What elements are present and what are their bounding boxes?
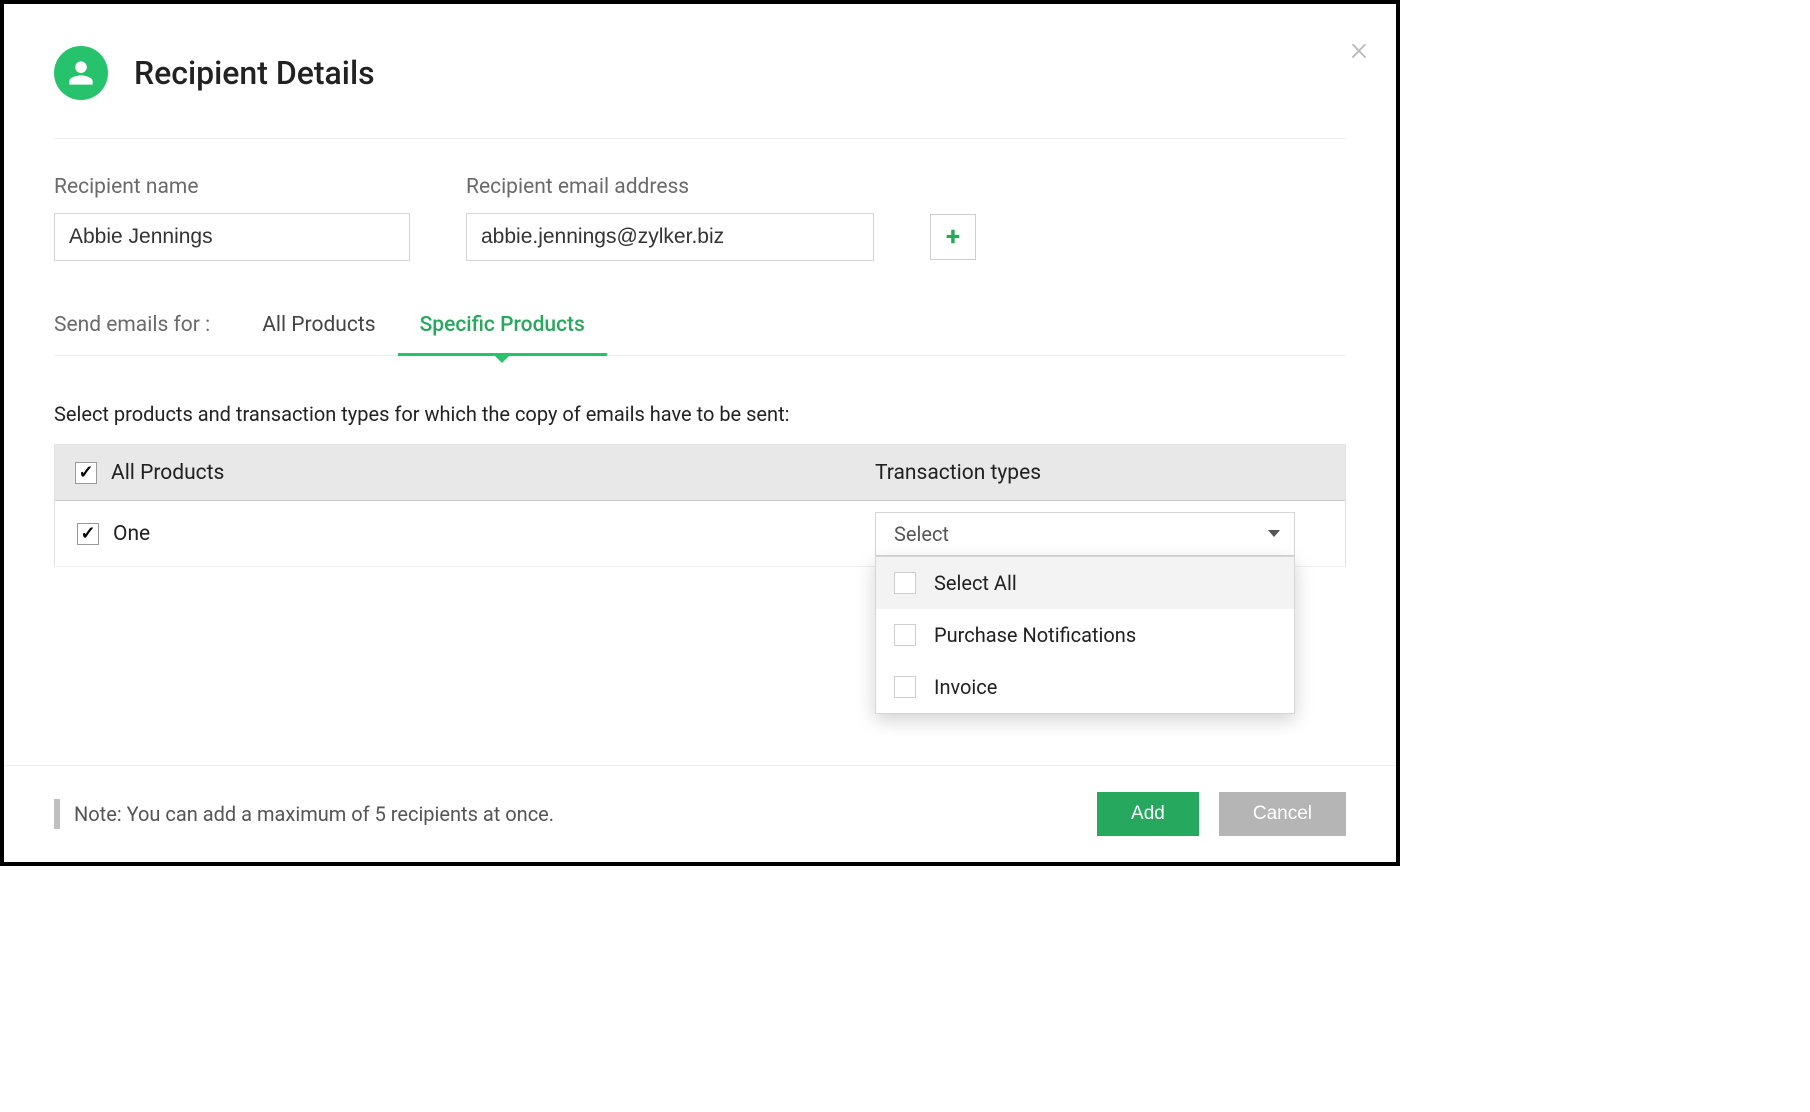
transaction-select-wrap: Select Select All Purchase Notifications: [875, 512, 1295, 556]
table-header: All Products Transaction types: [55, 445, 1345, 501]
product-row-label: One: [113, 522, 150, 546]
recipient-form-row: Recipient name Recipient email address +: [54, 139, 1346, 261]
recipient-details-modal: × Recipient Details Recipient name Recip…: [4, 4, 1396, 862]
modal-title: Recipient Details: [134, 54, 375, 92]
transaction-types-select[interactable]: Select: [875, 512, 1295, 556]
person-icon: [54, 46, 108, 100]
tab-all-products-label: All Products: [262, 313, 375, 337]
add-recipient-button[interactable]: +: [930, 214, 976, 260]
transaction-select-placeholder: Select: [894, 522, 949, 546]
tab-specific-products-label: Specific Products: [420, 313, 585, 337]
instruction-text: Select products and transaction types fo…: [54, 402, 1346, 426]
header-products-label: All Products: [111, 461, 224, 485]
send-emails-tabs: Send emails for : All Products Specific …: [54, 313, 1346, 356]
table-row: One Select Select All: [55, 501, 1345, 567]
footer-note: Note: You can add a maximum of 5 recipie…: [54, 799, 554, 829]
recipient-email-label: Recipient email address: [466, 175, 874, 199]
recipient-name-label: Recipient name: [54, 175, 410, 199]
dropdown-item-select-all[interactable]: Select All: [876, 557, 1294, 609]
dropdown-item-purchase-notifications[interactable]: Purchase Notifications: [876, 609, 1294, 661]
purchase-notifications-label: Purchase Notifications: [934, 623, 1136, 647]
modal-footer: Note: You can add a maximum of 5 recipie…: [4, 765, 1396, 862]
select-all-checkbox[interactable]: [894, 572, 916, 594]
note-bar-icon: [54, 799, 60, 829]
note-text: Note: You can add a maximum of 5 recipie…: [74, 802, 554, 826]
all-products-checkbox[interactable]: [75, 462, 97, 484]
header-products-col: All Products: [55, 461, 865, 485]
tabs-label: Send emails for :: [54, 313, 240, 355]
tab-specific-products[interactable]: Specific Products: [398, 313, 607, 355]
modal-frame: × Recipient Details Recipient name Recip…: [0, 0, 1400, 866]
recipient-email-field: Recipient email address: [466, 175, 874, 261]
purchase-notifications-checkbox[interactable]: [894, 624, 916, 646]
dropdown-item-invoice[interactable]: Invoice: [876, 661, 1294, 713]
recipient-email-input[interactable]: [466, 213, 874, 261]
product-row-checkbox[interactable]: [77, 523, 99, 545]
add-button[interactable]: Add: [1097, 792, 1199, 836]
row-product-cell: One: [55, 522, 865, 546]
header-tx-col: Transaction types: [865, 461, 1345, 485]
products-table: All Products Transaction types One Selec…: [54, 444, 1346, 567]
close-icon[interactable]: ×: [1350, 32, 1368, 66]
select-all-label: Select All: [934, 571, 1017, 595]
cancel-button[interactable]: Cancel: [1219, 792, 1346, 836]
recipient-name-input[interactable]: [54, 213, 410, 261]
plus-icon: +: [946, 224, 960, 250]
invoice-label: Invoice: [934, 675, 997, 699]
footer-buttons: Add Cancel: [1097, 792, 1346, 836]
active-tab-underline: [398, 353, 607, 356]
modal-header: Recipient Details: [54, 4, 1346, 139]
chevron-down-icon: [1268, 530, 1280, 537]
transaction-types-dropdown: Select All Purchase Notifications Invoic…: [875, 556, 1295, 714]
invoice-checkbox[interactable]: [894, 676, 916, 698]
tab-all-products[interactable]: All Products: [240, 313, 397, 355]
recipient-name-field: Recipient name: [54, 175, 410, 261]
row-tx-cell: Select Select All Purchase Notifications: [865, 512, 1345, 556]
